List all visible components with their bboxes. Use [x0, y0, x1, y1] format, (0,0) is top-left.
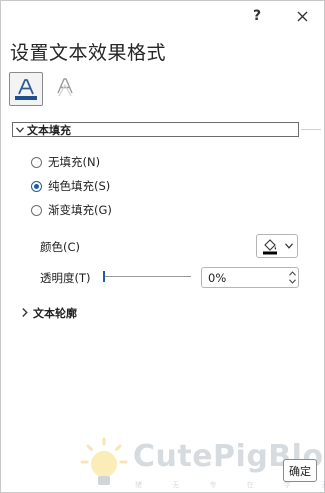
- tab-text-fill-outline[interactable]: [9, 72, 43, 106]
- lightbulb-logo-icon: [80, 437, 128, 485]
- gradient-fill-radio[interactable]: [31, 204, 42, 216]
- text-fill-title: 文本填充: [27, 123, 71, 137]
- transparency-slider-thumb[interactable]: [103, 271, 105, 282]
- transparency-slider-track[interactable]: [104, 276, 191, 277]
- paint-bucket-icon: [263, 239, 277, 255]
- spin-arrows[interactable]: [286, 268, 298, 287]
- chevron-down-icon: [285, 243, 293, 249]
- solid-fill-radio[interactable]: [31, 180, 42, 192]
- gradient-fill-label: 渐变填充(G): [48, 203, 112, 217]
- section-divider: [301, 129, 321, 130]
- chevron-down-icon: [13, 126, 27, 133]
- chevron-down-icon[interactable]: [288, 279, 296, 284]
- format-text-effects-pane: ? 设置文本效果格式 文本填充 无填充(N) 纯色填充(S) 渐变填充(G) 颜…: [0, 0, 325, 493]
- gradient-fill-option[interactable]: 渐变填充(G): [31, 202, 112, 218]
- ok-button[interactable]: 确定: [283, 459, 317, 482]
- transparency-label: 透明度(T): [40, 271, 91, 285]
- current-color-swatch: [263, 251, 277, 255]
- close-icon: [297, 11, 307, 21]
- no-fill-option[interactable]: 无填充(N): [31, 154, 100, 170]
- chevron-up-icon[interactable]: [288, 271, 296, 276]
- fill-color-picker[interactable]: [256, 234, 298, 258]
- no-fill-radio[interactable]: [31, 156, 42, 168]
- text-effects-icon: [57, 78, 73, 97]
- chevron-right-icon: [18, 308, 32, 317]
- transparency-spinbox[interactable]: 0%: [201, 267, 299, 288]
- text-outline-section-header[interactable]: 文本轮廓: [18, 305, 77, 320]
- pane-title: 设置文本效果格式: [10, 42, 167, 64]
- tab-text-effects[interactable]: [49, 72, 81, 104]
- help-button[interactable]: ?: [243, 5, 271, 27]
- no-fill-label: 无填充(N): [48, 155, 101, 169]
- text-fill-section-header[interactable]: 文本填充: [12, 122, 299, 137]
- close-button[interactable]: [288, 5, 316, 27]
- text-outline-title: 文本轮廓: [33, 306, 77, 320]
- transparency-value[interactable]: 0%: [202, 271, 286, 285]
- color-label: 颜色(C): [40, 240, 81, 254]
- text-fill-outline-icon: [15, 79, 37, 100]
- solid-fill-label: 纯色填充(S): [48, 179, 111, 193]
- solid-fill-option[interactable]: 纯色填充(S): [31, 178, 110, 194]
